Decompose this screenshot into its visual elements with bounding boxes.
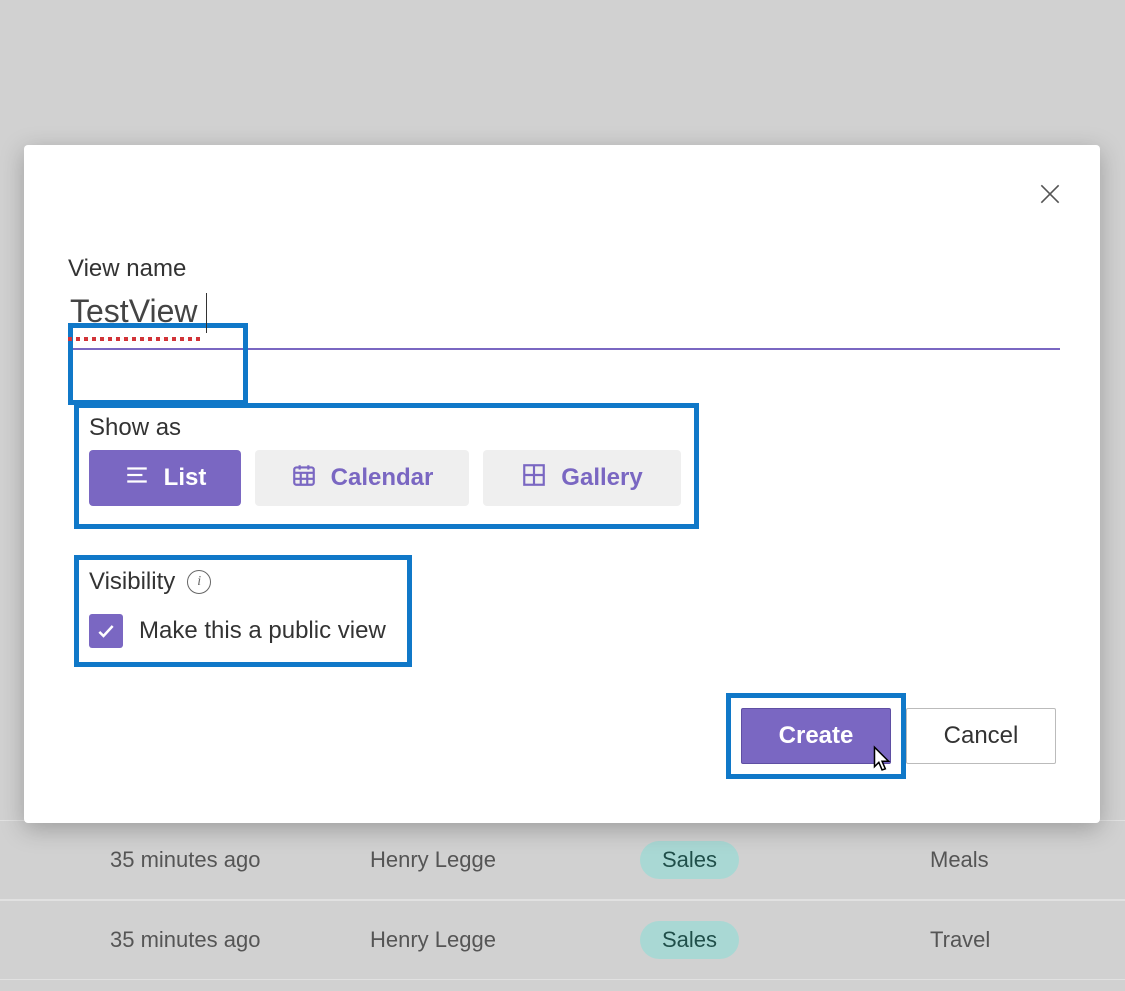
public-view-label: Make this a public view <box>139 617 386 645</box>
option-gallery[interactable]: Gallery <box>483 450 681 506</box>
table-row: 35 minutes ago Henry Legge Sales Meals <box>0 820 1125 900</box>
cell-time: 35 minutes ago <box>110 847 370 873</box>
cancel-button[interactable]: Cancel <box>906 708 1056 764</box>
info-icon[interactable]: i <box>187 570 211 594</box>
cell-dept: Sales <box>640 921 930 959</box>
option-label: Gallery <box>561 464 642 492</box>
spellcheck-underline <box>68 337 204 341</box>
annotation-highlight <box>68 323 248 405</box>
button-label: Cancel <box>944 722 1019 749</box>
show-as-label: Show as <box>89 414 684 442</box>
text-caret <box>206 293 207 333</box>
option-list[interactable]: List <box>89 450 241 506</box>
cell-time: 35 minutes ago <box>110 927 370 953</box>
cell-name: Henry Legge <box>370 847 640 873</box>
option-calendar[interactable]: Calendar <box>255 450 469 506</box>
gallery-icon <box>521 462 547 495</box>
calendar-icon <box>291 462 317 495</box>
list-icon <box>124 462 150 495</box>
close-icon <box>1037 195 1063 210</box>
option-label: List <box>164 464 207 492</box>
cell-category: Meals <box>930 847 1110 873</box>
view-name-label: View name <box>68 255 1056 283</box>
close-button[interactable] <box>1030 175 1070 215</box>
create-button[interactable]: Create <box>741 708 891 764</box>
dept-pill: Sales <box>640 921 739 959</box>
visibility-label: Visibility <box>89 568 175 596</box>
annotation-highlight: Create <box>726 693 906 779</box>
dept-pill: Sales <box>640 841 739 879</box>
option-label: Calendar <box>331 464 434 492</box>
cell-name: Henry Legge <box>370 927 640 953</box>
public-view-checkbox[interactable] <box>89 614 123 648</box>
dialog-button-row: Create Cancel <box>726 693 1056 779</box>
cell-category: Travel <box>930 927 1110 953</box>
create-view-dialog: View name Show as List <box>24 145 1100 823</box>
cell-dept: Sales <box>640 841 930 879</box>
cursor-pointer-icon <box>868 745 894 775</box>
table-row: 35 minutes ago Henry Legge Sales Travel <box>0 900 1125 980</box>
visibility-section: Visibility i Make this a public view <box>74 555 412 667</box>
view-name-field-wrap <box>68 291 1056 350</box>
background-table: 35 minutes ago Henry Legge Sales Meals 3… <box>0 820 1125 980</box>
show-as-section: Show as List <box>74 403 699 529</box>
button-label: Create <box>779 722 854 749</box>
